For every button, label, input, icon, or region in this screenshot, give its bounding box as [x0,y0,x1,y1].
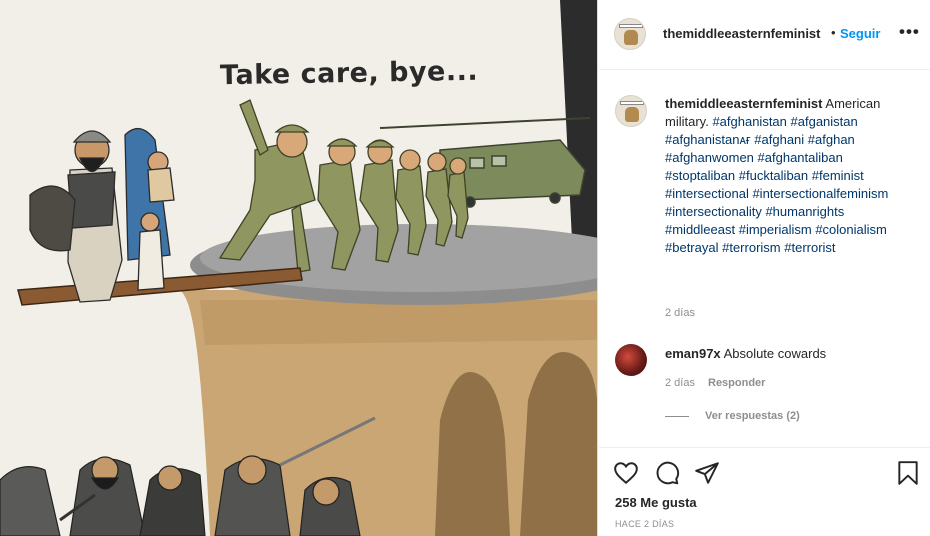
post-date[interactable]: HACE 2 DÍAS [615,519,674,529]
hashtag-link[interactable]: #afghanistan [712,114,786,129]
heart-icon[interactable] [613,460,639,486]
reply-button[interactable]: Responder [708,377,765,389]
post-header: themiddleeasternfeminist • Seguir ••• [599,0,930,70]
replies-divider [665,416,689,417]
post-image[interactable]: Take care, bye... [0,0,598,536]
post-caption: themiddleeasternfeminist American milita… [665,95,915,257]
follow-button[interactable]: Seguir [840,26,880,41]
hashtag-link[interactable]: #humanrights [765,204,844,219]
comment-text: Absolute cowards [723,346,827,361]
hashtag-link[interactable]: #afghan [808,132,855,147]
caption-username[interactable]: themiddleeasternfeminist [665,96,823,111]
hashtag-link[interactable]: #fucktaliban [739,168,808,183]
comment-icon[interactable] [654,460,680,486]
author-avatar[interactable] [614,18,646,50]
share-icon[interactable] [694,460,720,486]
comments-section: themiddleeasternfeminist American milita… [599,71,930,447]
hashtag-link[interactable]: #imperialism [739,222,812,237]
more-horizontal-icon[interactable]: ••• [899,22,920,42]
hashtag-link[interactable]: #terrorism [722,240,781,255]
author-username[interactable]: themiddleeasternfeminist [663,26,821,41]
hashtag-link[interactable]: #afganistan [791,114,858,129]
bookmark-icon[interactable] [895,460,921,486]
comment-username[interactable]: eman97x [665,346,721,361]
hashtag-link[interactable]: #intersectionality [665,204,762,219]
cartoon-caption: Take care, bye... [219,55,479,92]
post-actions: 258 Me gusta HACE 2 DÍAS [599,447,930,536]
hashtag-link[interactable]: #afghantaliban [758,150,843,165]
hashtag-link[interactable]: #stoptaliban [665,168,735,183]
hashtag-link[interactable]: #betrayal [665,240,718,255]
hashtag-link[interactable]: #colonialism [815,222,887,237]
hashtag-link[interactable]: #afghanistanᴀғ [665,132,751,147]
hashtag-link[interactable]: #middleeast [665,222,735,237]
view-replies-button[interactable]: Ver respuestas (2) [705,410,800,422]
commenter-avatar[interactable] [615,344,647,376]
comment-time[interactable]: 2 días [665,377,695,389]
post-side-panel: themiddleeasternfeminist • Seguir ••• th… [599,0,930,536]
comment-body: eman97x Absolute cowards [665,346,826,361]
caption-avatar[interactable] [615,95,647,127]
separator-dot: • [831,25,836,40]
hashtag-link[interactable]: #afghani [754,132,804,147]
likes-count[interactable]: 258 Me gusta [615,495,697,510]
hashtag-link[interactable]: #afghanwomen [665,150,754,165]
caption-time[interactable]: 2 días [665,307,695,319]
hashtag-link[interactable]: #feminist [812,168,864,183]
hashtag-link[interactable]: #intersectional [665,186,749,201]
hashtag-link[interactable]: #intersectionalfeminism [752,186,888,201]
hashtag-link[interactable]: #terrorist [784,240,835,255]
caption-hashtags: #afghanistan #afganistan #afghanistanᴀғ … [665,114,888,255]
